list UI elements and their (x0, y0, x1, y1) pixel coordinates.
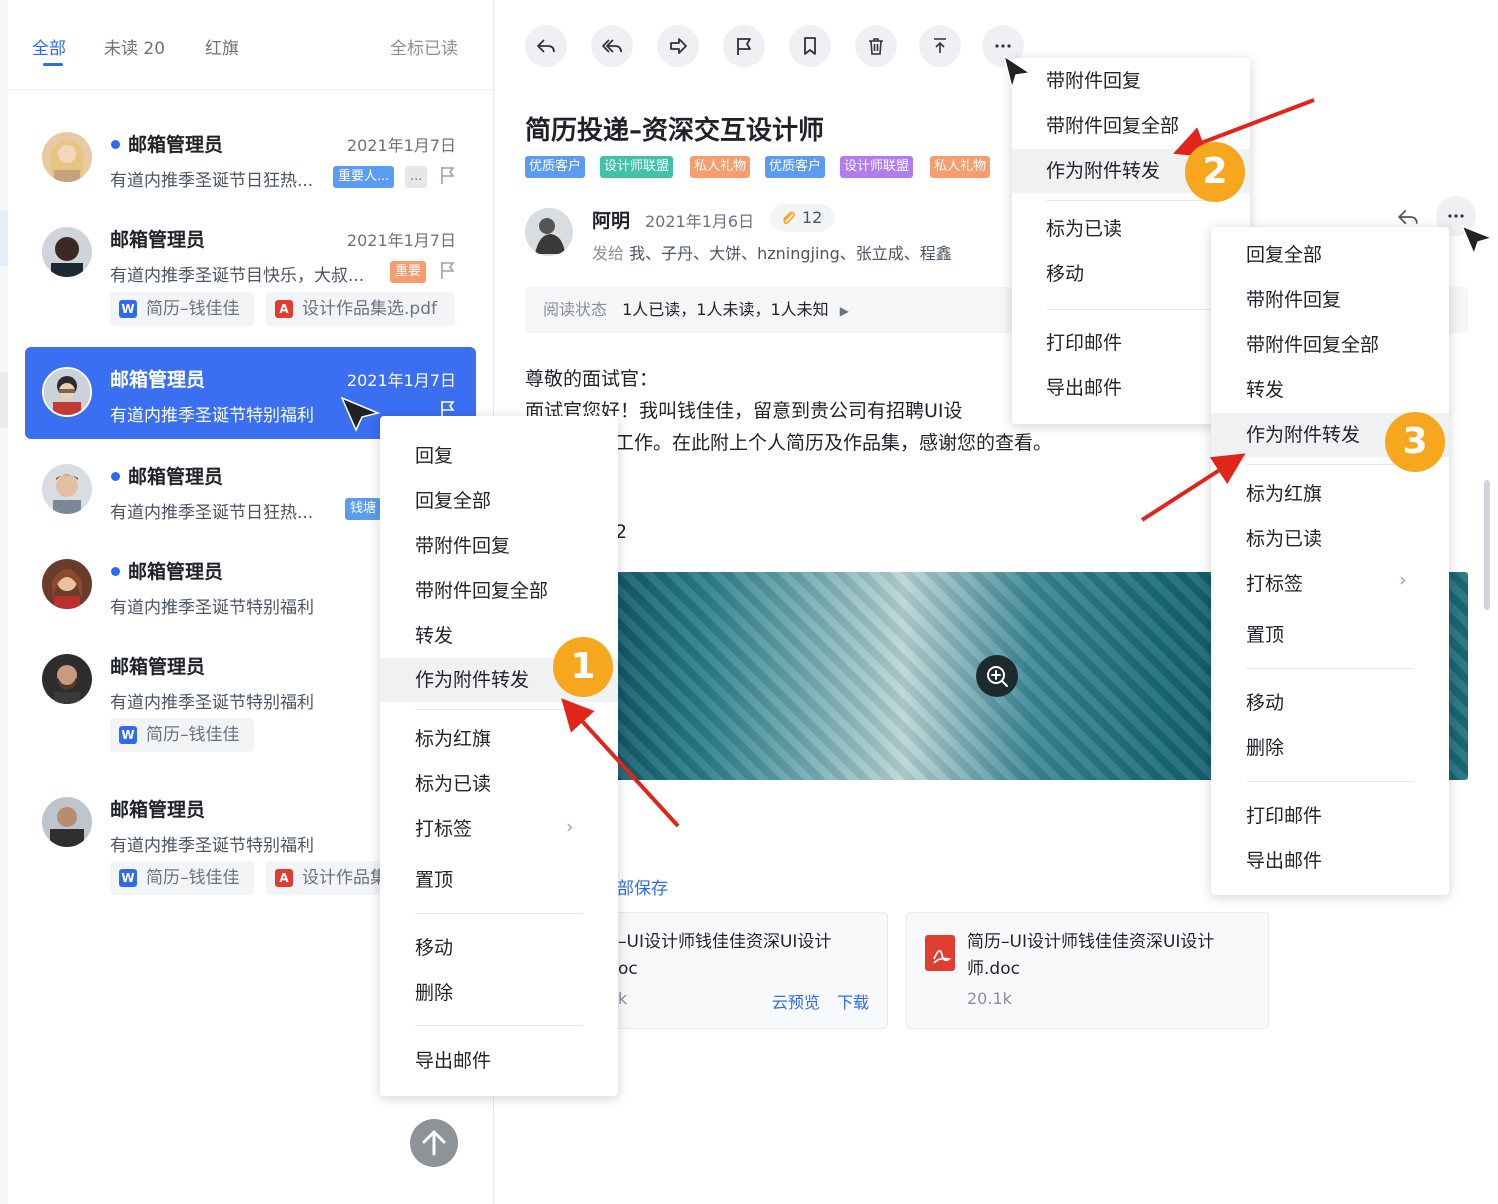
annotation-overlay (340, 54, 1495, 828)
mouse-cursor-icon (1002, 54, 1033, 91)
annotation-arrow (1173, 98, 1315, 158)
annotation-arrow (561, 698, 680, 828)
annotation-arrow (1140, 453, 1246, 522)
mouse-cursor-icon (1460, 224, 1495, 257)
step-badge-3: 3 (1385, 412, 1445, 472)
step-badge-1: 1 (553, 637, 613, 697)
mouse-cursor-icon (340, 396, 381, 432)
step-badge-2: 2 (1185, 142, 1245, 202)
